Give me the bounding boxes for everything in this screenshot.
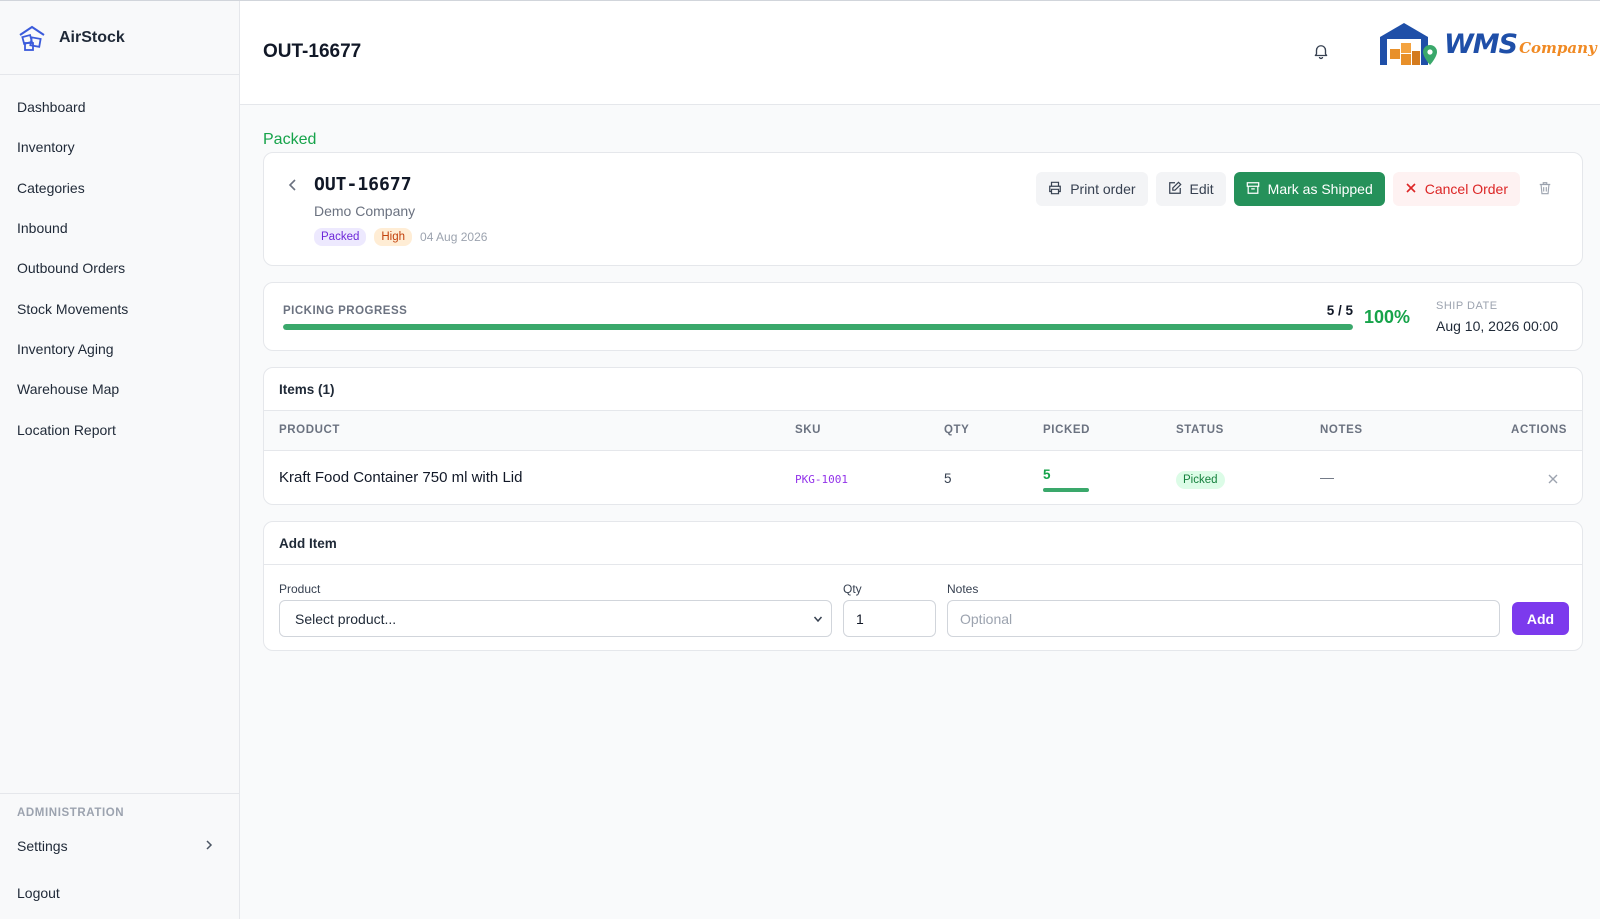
sidebar-item-settings[interactable]: Settings <box>17 834 215 858</box>
cancel-order-button[interactable]: Cancel Order <box>1392 172 1520 206</box>
order-date: 04 Aug 2026 <box>420 230 488 244</box>
priority-badge: High <box>374 228 413 246</box>
chevron-left-icon[interactable] <box>286 178 302 194</box>
settings-label: Settings <box>17 838 68 854</box>
logo-wms-text: WMS <box>1444 28 1518 60</box>
column-header-product: PRODUCT <box>279 424 341 436</box>
items-title: Items (1) <box>264 368 1582 411</box>
notes-label: Notes <box>947 582 979 596</box>
column-header-notes: NOTES <box>1320 424 1363 436</box>
edit-icon <box>1168 180 1182 198</box>
sidebar-item-location-report[interactable]: Location Report <box>0 409 239 449</box>
order-actions: Print order Edit Mark as Shipped Cancel … <box>1036 172 1562 206</box>
product-select[interactable]: Select product... <box>279 600 832 637</box>
mark-as-shipped-label: Mark as Shipped <box>1267 181 1373 197</box>
remove-item-icon[interactable] <box>1547 472 1559 484</box>
top-header: OUT-16677 WMS Company <box>240 1 1600 105</box>
picked-value: 5 <box>1043 467 1051 482</box>
column-header-qty: QTY <box>944 424 970 436</box>
sidebar-item-warehouse-map[interactable]: Warehouse Map <box>0 369 239 409</box>
logo-company-text: Company <box>1519 39 1597 57</box>
trash-icon <box>1538 181 1552 198</box>
mark-as-shipped-button[interactable]: Mark as Shipped <box>1233 172 1385 206</box>
wms-company-logo: WMS Company <box>1378 21 1597 67</box>
company-name: Demo Company <box>314 203 416 219</box>
notes-input[interactable] <box>947 600 1500 637</box>
sidebar-nav: Dashboard Inventory Categories Inbound O… <box>0 75 239 450</box>
product-label: Product <box>279 582 321 596</box>
ship-date-value: Aug 10, 2026 00:00 <box>1436 318 1559 334</box>
product-select-value: Select product... <box>295 610 397 627</box>
sidebar-item-inbound[interactable]: Inbound <box>0 208 239 248</box>
product-name: Kraft Food Container 750 ml with Lid <box>279 469 523 486</box>
qty-label: Qty <box>843 582 862 596</box>
notes-value: — <box>1320 469 1334 485</box>
sidebar: AirStock Dashboard Inventory Categories … <box>0 1 240 919</box>
chevron-down-icon <box>813 611 823 627</box>
column-header-picked: PICKED <box>1043 424 1091 436</box>
sidebar-item-stock-movements[interactable]: Stock Movements <box>0 288 239 328</box>
archive-box-icon <box>1246 181 1260 198</box>
page-title: OUT-16677 <box>263 41 362 62</box>
column-header-actions: ACTIONS <box>1511 424 1567 436</box>
picking-progress-fill <box>283 324 1353 330</box>
warehouse-boxes-icon <box>16 22 48 54</box>
admin-section-title: ADMINISTRATION <box>17 807 125 819</box>
cancel-order-label: Cancel Order <box>1424 181 1508 197</box>
brand[interactable]: AirStock <box>0 1 239 75</box>
order-summary-card: OUT-16677 Demo Company Packed High 04 Au… <box>263 152 1583 266</box>
order-tags: Packed High 04 Aug 2026 <box>314 228 487 246</box>
qty-value: 5 <box>944 471 952 486</box>
sidebar-item-inventory-aging[interactable]: Inventory Aging <box>0 329 239 369</box>
picking-progress-count: 5 / 5 <box>1326 303 1353 318</box>
admin-section: ADMINISTRATION Settings Logout <box>0 793 239 919</box>
picked-progress-bar <box>1043 488 1089 492</box>
picking-progress-card: PICKING PROGRESS 5 / 5 100% SHIP DATE Au… <box>263 282 1583 351</box>
ship-date-label: SHIP DATE <box>1436 300 1498 312</box>
picking-progress-bar <box>283 324 1353 330</box>
item-status-badge: Picked <box>1176 471 1225 489</box>
close-icon <box>1405 181 1417 197</box>
items-card: Items (1) PRODUCT SKU QTY PICKED STATUS … <box>263 367 1583 505</box>
sku-code: PKG-1001 <box>795 473 848 486</box>
order-status-heading: Packed <box>263 131 317 148</box>
edit-button[interactable]: Edit <box>1155 172 1226 206</box>
notification-bell-icon[interactable] <box>1312 42 1334 64</box>
edit-label: Edit <box>1189 181 1214 197</box>
add-item-button[interactable]: Add <box>1512 602 1569 635</box>
chevron-right-icon <box>203 838 215 854</box>
picking-progress-label: PICKING PROGRESS <box>283 305 408 317</box>
sidebar-item-dashboard[interactable]: Dashboard <box>0 87 239 127</box>
logout-link[interactable]: Logout <box>17 885 60 901</box>
printer-icon <box>1048 181 1062 198</box>
sidebar-item-outbound-orders[interactable]: Outbound Orders <box>0 248 239 288</box>
order-id: OUT-16677 <box>314 174 412 195</box>
print-order-label: Print order <box>1070 181 1136 197</box>
table-row: Kraft Food Container 750 ml with Lid PKG… <box>264 451 1582 504</box>
picking-progress-percent: 100% <box>1364 307 1411 327</box>
sidebar-item-inventory[interactable]: Inventory <box>0 127 239 167</box>
app-name: AirStock <box>59 28 125 46</box>
qty-input[interactable] <box>843 600 936 637</box>
column-header-sku: SKU <box>795 424 822 436</box>
warehouse-logo-icon <box>1380 23 1437 65</box>
add-item-card: Add Item Product Qty Notes Select produc… <box>263 521 1583 651</box>
status-badge: Packed <box>314 228 367 246</box>
add-item-title: Add Item <box>264 522 1582 565</box>
sidebar-item-categories[interactable]: Categories <box>0 168 239 208</box>
table-header: PRODUCT SKU QTY PICKED STATUS NOTES ACTI… <box>264 411 1582 451</box>
print-order-button[interactable]: Print order <box>1036 172 1148 206</box>
delete-order-button[interactable] <box>1528 172 1562 206</box>
column-header-status: STATUS <box>1176 424 1224 436</box>
